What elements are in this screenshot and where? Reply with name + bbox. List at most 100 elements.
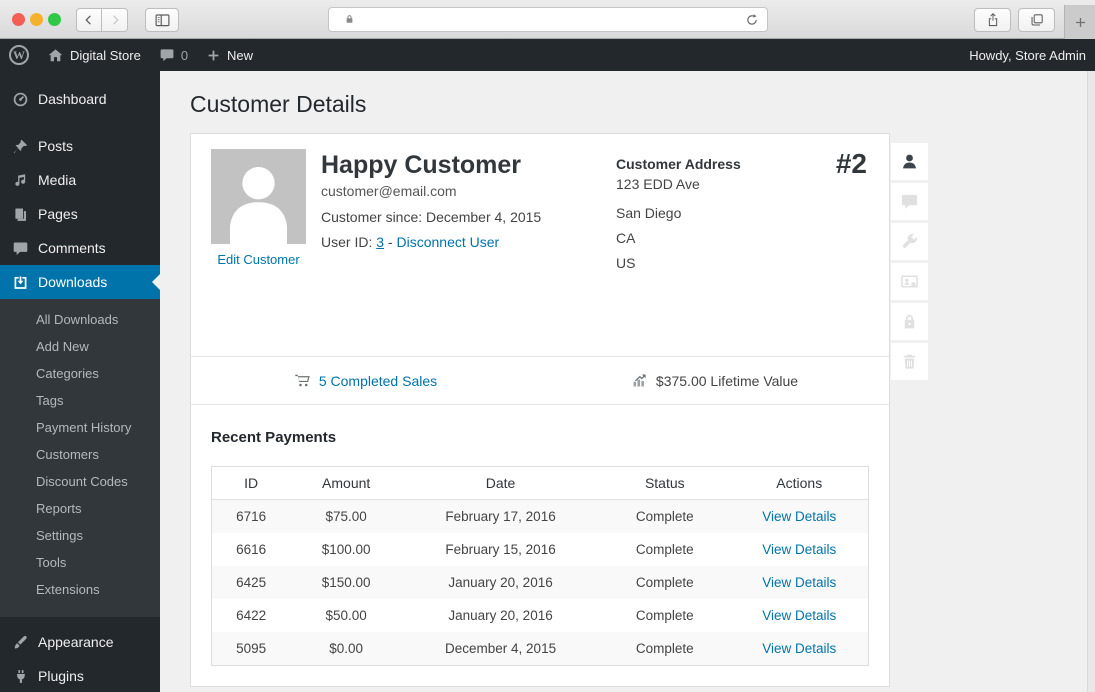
payments-table: ID Amount Date Status Actions 6716 $75.0… (211, 466, 869, 666)
sidebar-item-dashboard[interactable]: Dashboard (0, 82, 160, 116)
edit-customer-link[interactable]: Edit Customer (217, 252, 299, 267)
sidebar-item-label: Posts (38, 138, 74, 154)
sidebar-item-label: Media (38, 172, 77, 188)
tab-tools[interactable] (891, 223, 928, 260)
completed-sales-stat: 5 Completed Sales (191, 372, 540, 389)
column-header-amount: Amount (290, 466, 403, 500)
user-id-label: User ID: (321, 234, 373, 250)
sidebar-item-media[interactable]: Media (0, 163, 160, 197)
sidebar-item-pages[interactable]: Pages (0, 197, 160, 231)
back-icon (85, 15, 91, 25)
user-id-link[interactable]: 3 (376, 234, 384, 250)
submenu-item-reports[interactable]: Reports (0, 495, 160, 522)
submenu-item-tools[interactable]: Tools (0, 549, 160, 576)
view-details-link[interactable]: View Details (762, 641, 836, 656)
tab-overview-button[interactable] (1018, 8, 1055, 32)
table-header-row: ID Amount Date Status Actions (211, 466, 869, 500)
sidebar-toggle-button[interactable] (145, 8, 179, 32)
customer-since: Customer since: December 4, 2015 (321, 209, 542, 225)
address-bar[interactable] (327, 7, 768, 32)
payment-date: February 15, 2016 (445, 542, 556, 557)
address-street: 123 EDD Ave (616, 176, 700, 192)
sidebar-item-comments[interactable]: Comments (0, 231, 160, 265)
content-area: Customer Details Edit Customer Happy Cus… (160, 71, 1095, 692)
new-tab-button[interactable] (1064, 5, 1095, 39)
comments-menu[interactable]: 0 (150, 39, 197, 71)
payment-date: December 4, 2015 (445, 641, 557, 656)
nav-buttons (76, 8, 128, 32)
scrollbar[interactable] (1087, 71, 1095, 692)
wordpress-logo-icon: W (9, 45, 29, 65)
customer-info-section: Edit Customer Happy Customer customer@em… (191, 134, 889, 356)
tab-notes[interactable] (891, 183, 928, 220)
comment-count: 0 (180, 47, 189, 63)
payment-date: January 20, 2016 (448, 608, 553, 623)
submenu-item-tags[interactable]: Tags (0, 387, 160, 414)
forward-button[interactable] (102, 8, 128, 32)
sidebar-item-label: Downloads (38, 274, 108, 290)
completed-sales-link[interactable]: 5 Completed Sales (319, 373, 437, 389)
wp-admin-bar: W Digital Store 0 New Howdy, Store Admin (0, 39, 1095, 71)
column-header-id: ID (211, 466, 291, 500)
share-button[interactable] (974, 8, 1011, 32)
tab-delete[interactable] (891, 343, 928, 380)
submenu-item-all-downloads[interactable]: All Downloads (0, 306, 160, 333)
lifetime-value-stat: $375.00 Lifetime Value (540, 372, 889, 389)
download-icon (10, 272, 30, 292)
submenu-item-categories[interactable]: Categories (0, 360, 160, 387)
share-icon (988, 12, 997, 27)
minimize-button[interactable] (30, 13, 43, 26)
view-details-link[interactable]: View Details (762, 542, 836, 557)
sidebar-item-label: Comments (38, 240, 106, 256)
reload-icon[interactable] (744, 12, 760, 28)
sidebar-item-downloads[interactable]: Downloads (0, 265, 160, 299)
back-button[interactable] (76, 8, 102, 32)
submenu-item-payment-history[interactable]: Payment History (0, 414, 160, 441)
address-city: San Diego (616, 205, 682, 221)
new-content-menu[interactable]: New (197, 39, 262, 71)
payment-date: January 20, 2016 (448, 575, 553, 590)
customer-number: #2 (835, 148, 867, 179)
avatar (211, 149, 306, 244)
dashboard-icon (10, 89, 30, 109)
view-details-link[interactable]: View Details (762, 575, 836, 590)
table-row: 5095 $0.00 December 4, 2015 Complete Vie… (211, 632, 869, 666)
submenu-item-extensions[interactable]: Extensions (0, 576, 160, 603)
tab-login-as-user[interactable] (891, 263, 928, 300)
address-state: CA (616, 230, 636, 246)
home-icon (47, 47, 64, 64)
table-row: 6425 $150.00 January 20, 2016 Complete V… (211, 566, 869, 599)
tab-profile[interactable] (891, 143, 928, 180)
zoom-button[interactable] (48, 13, 61, 26)
sidebar-item-plugins[interactable]: Plugins (0, 659, 160, 692)
column-header-date: Date (402, 466, 600, 500)
site-name-menu[interactable]: Digital Store (38, 39, 150, 71)
sidebar-item-appearance[interactable]: Appearance (0, 625, 160, 659)
submenu-item-add-new[interactable]: Add New (0, 333, 160, 360)
customer-panel: Edit Customer Happy Customer customer@em… (190, 133, 928, 687)
comment-icon (10, 238, 30, 258)
trash-icon (903, 354, 916, 369)
forward-icon (112, 15, 119, 25)
close-button[interactable] (12, 13, 25, 26)
sidebar-item-posts[interactable]: Posts (0, 129, 160, 163)
wp-logo-menu[interactable]: W (0, 39, 38, 71)
disconnect-user-link[interactable]: Disconnect User (396, 234, 499, 250)
lifetime-value-text: $375.00 Lifetime Value (655, 372, 799, 389)
plus-icon (206, 48, 221, 63)
address-country: US (616, 255, 636, 271)
tab-reset-password[interactable] (891, 303, 928, 340)
howdy-text: Howdy, Store Admin (969, 47, 1086, 63)
view-details-link[interactable]: View Details (762, 608, 836, 623)
view-details-link[interactable]: View Details (762, 509, 836, 524)
submenu-item-discount-codes[interactable]: Discount Codes (0, 468, 160, 495)
wrench-icon (902, 233, 917, 248)
id-card-icon (901, 275, 918, 288)
table-row: 6616 $100.00 February 15, 2016 Complete … (212, 533, 869, 566)
payment-amount: $100.00 (321, 542, 371, 557)
payment-status: Complete (635, 509, 694, 524)
submenu-item-settings[interactable]: Settings (0, 522, 160, 549)
submenu-item-customers[interactable]: Customers (0, 441, 160, 468)
howdy-menu[interactable]: Howdy, Store Admin (969, 48, 1095, 63)
column-header-actions: Actions (730, 466, 869, 500)
